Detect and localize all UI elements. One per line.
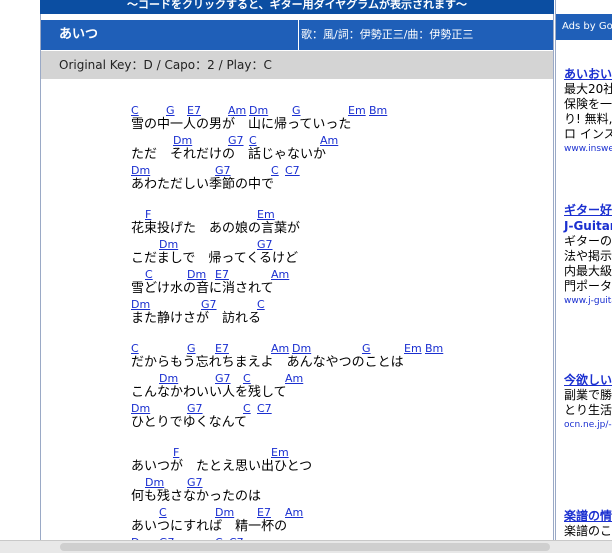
chord-link[interactable]: Dm [145, 476, 164, 489]
lyric-text: こだましで 帰ってくるけど [131, 251, 299, 266]
chord-link[interactable]: C [271, 164, 279, 177]
lyrics-area: C G E7 Am Dm G Em Bm 雪の中一人の男が 山に帰っていった Dm G7 C Am ただ … [41, 80, 553, 552]
ad-title[interactable]: 楽譜の情 [564, 508, 612, 524]
chord-link[interactable]: G [187, 342, 196, 355]
chord-link[interactable]: Dm [215, 506, 234, 519]
ad-desc-line: 楽譜のこ [564, 524, 612, 538]
ad-title[interactable]: ギター好 [564, 202, 612, 218]
ad-desc-line: 法や掲示 [564, 249, 612, 263]
song-panel: あいつ 歌：風/詞：伊勢正三/曲：伊勢正三 Original Key：D / C… [40, 14, 554, 552]
chord-link[interactable]: C [145, 268, 153, 281]
chord-link[interactable]: G7 [187, 402, 203, 415]
ad-item-2[interactable]: ギター好 J-Guitar ギターの 法や掲示 内最大級 門ポータ www.j-… [564, 202, 612, 308]
ad-item-3[interactable]: 今欲しい 副業で勝 とり生活 ocn.ne.jp/- [564, 372, 612, 432]
lyric-text: また静けさが 訪れる [131, 311, 262, 326]
chord-link[interactable]: E7 [187, 104, 201, 117]
song-credits: 歌：風/詞：伊勢正三/曲：伊勢正三 [301, 28, 474, 41]
ad-url[interactable]: www.j-guita [564, 294, 612, 308]
lyric-text: 雪の中一人の男が 山に帰っていった [131, 117, 352, 132]
ad-title[interactable]: 今欲しい [564, 372, 612, 388]
chord-link[interactable]: G [362, 342, 371, 355]
ad-desc-line: 副業で勝 [564, 388, 612, 402]
chord-link[interactable]: E7 [257, 506, 271, 519]
chord-link[interactable]: G7 [228, 134, 244, 147]
ad-desc-line: ギターの [564, 234, 612, 248]
chord-link[interactable]: G7 [201, 298, 217, 311]
chord-link[interactable]: C7 [285, 164, 300, 177]
ad-desc-line: ロ インス [564, 127, 612, 141]
chord-link[interactable]: C7 [257, 402, 272, 415]
key-info: Original Key：D / Capo：2 / Play：C [41, 51, 553, 79]
chord-link[interactable]: Em [348, 104, 366, 117]
chord-link[interactable]: G7 [215, 372, 231, 385]
chord-link[interactable]: Em [257, 208, 275, 221]
chord-link[interactable]: C [249, 134, 257, 147]
chord-link[interactable]: Dm [159, 372, 178, 385]
chord-link[interactable]: E7 [215, 342, 229, 355]
ad-item-1[interactable]: あいおい 最大20社 保険を一 り! 無料, ロ インス www.inswe [564, 66, 612, 156]
song-title-bar: あいつ 歌：風/詞：伊勢正三/曲：伊勢正三 [41, 20, 553, 50]
ad-title[interactable]: あいおい [564, 66, 612, 82]
ad-desc-line: 門ポータ [564, 279, 612, 293]
chord-link[interactable]: Am [271, 268, 289, 281]
chord-link[interactable]: Em [404, 342, 422, 355]
chord-link[interactable]: Am [320, 134, 338, 147]
ad-desc-line: り! 無料, [564, 112, 612, 126]
lyric-text: 何も残さなかったのは [131, 489, 262, 504]
chord-link[interactable]: C [243, 372, 251, 385]
lyric-text: 雪どけ水の音に消されて [131, 281, 274, 296]
ad-desc-line: とり生活 [564, 403, 612, 417]
chord-link[interactable]: C [131, 342, 139, 355]
ads-sidebar: Ads by Go あいおい 最大20社 保険を一 り! 無料, ロ インス w… [555, 0, 612, 552]
ad-desc-line: 保険を一 [564, 97, 612, 111]
chord-link[interactable]: Am [285, 372, 303, 385]
ad-title-2[interactable]: J-Guitar [564, 218, 612, 234]
scrollbar-thumb[interactable] [60, 543, 550, 551]
chord-hint-banner: 〜コードをクリックすると、ギター用ダイヤグラムが表示されます〜 [40, 0, 554, 14]
chord-link[interactable]: C [257, 298, 265, 311]
chord-link[interactable]: Dm [292, 342, 311, 355]
chord-link[interactable]: G [292, 104, 301, 117]
ad-url[interactable]: ocn.ne.jp/- [564, 418, 612, 432]
chord-link[interactable]: G [166, 104, 175, 117]
ads-header[interactable]: Ads by Go [556, 14, 612, 40]
chord-link[interactable]: F [145, 208, 151, 221]
chord-link[interactable]: Dm [131, 402, 150, 415]
lyric-text: ひとりでゆくなんて [131, 415, 247, 430]
ad-desc-line: 内最大級 [564, 264, 612, 278]
lyric-text: あわただしい季節の中で [131, 177, 275, 192]
song-title: あいつ [41, 20, 299, 50]
horizontal-scrollbar[interactable] [0, 540, 612, 553]
chord-link[interactable]: Am [271, 342, 289, 355]
chord-link[interactable]: Dm [159, 238, 178, 251]
ad-desc-line: 最大20社 [564, 82, 612, 96]
chord-link[interactable]: G7 [257, 238, 273, 251]
chord-link[interactable]: F [173, 446, 179, 459]
chord-link[interactable]: Am [285, 506, 303, 519]
chord-link[interactable]: C [159, 506, 167, 519]
lyric-text: だからもう忘れちまえよ あんなやつのことは [131, 355, 404, 370]
chord-link[interactable]: E7 [215, 268, 229, 281]
chord-link[interactable]: Dm [131, 298, 150, 311]
chord-link[interactable]: G7 [187, 476, 203, 489]
chord-link[interactable]: C [131, 104, 139, 117]
chord-link[interactable]: Dm [249, 104, 268, 117]
lyric-text: あいつが たとえ思い出ひとつ [131, 459, 313, 474]
ad-url[interactable]: www.inswe [564, 142, 612, 156]
chord-link[interactable]: Am [228, 104, 246, 117]
chord-link[interactable]: Dm [173, 134, 192, 147]
lyric-text: ただ それだけの 話じゃないか [131, 147, 327, 162]
chord-link[interactable]: G7 [215, 164, 231, 177]
chord-link[interactable]: Bm [425, 342, 443, 355]
chord-link[interactable]: C [243, 402, 251, 415]
chord-link[interactable]: Bm [369, 104, 387, 117]
chord-link[interactable]: Em [271, 446, 289, 459]
lyric-text: あいつにすれば 精一杯の [131, 519, 288, 534]
ad-item-4[interactable]: 楽譜の情 楽譜のこ [564, 508, 612, 539]
chord-link[interactable]: Dm [187, 268, 206, 281]
lyric-text: こんなかわいい人を残して [131, 385, 287, 400]
lyric-text: 花束投げた あの娘の言葉が [131, 221, 301, 236]
chord-link[interactable]: Dm [131, 164, 150, 177]
